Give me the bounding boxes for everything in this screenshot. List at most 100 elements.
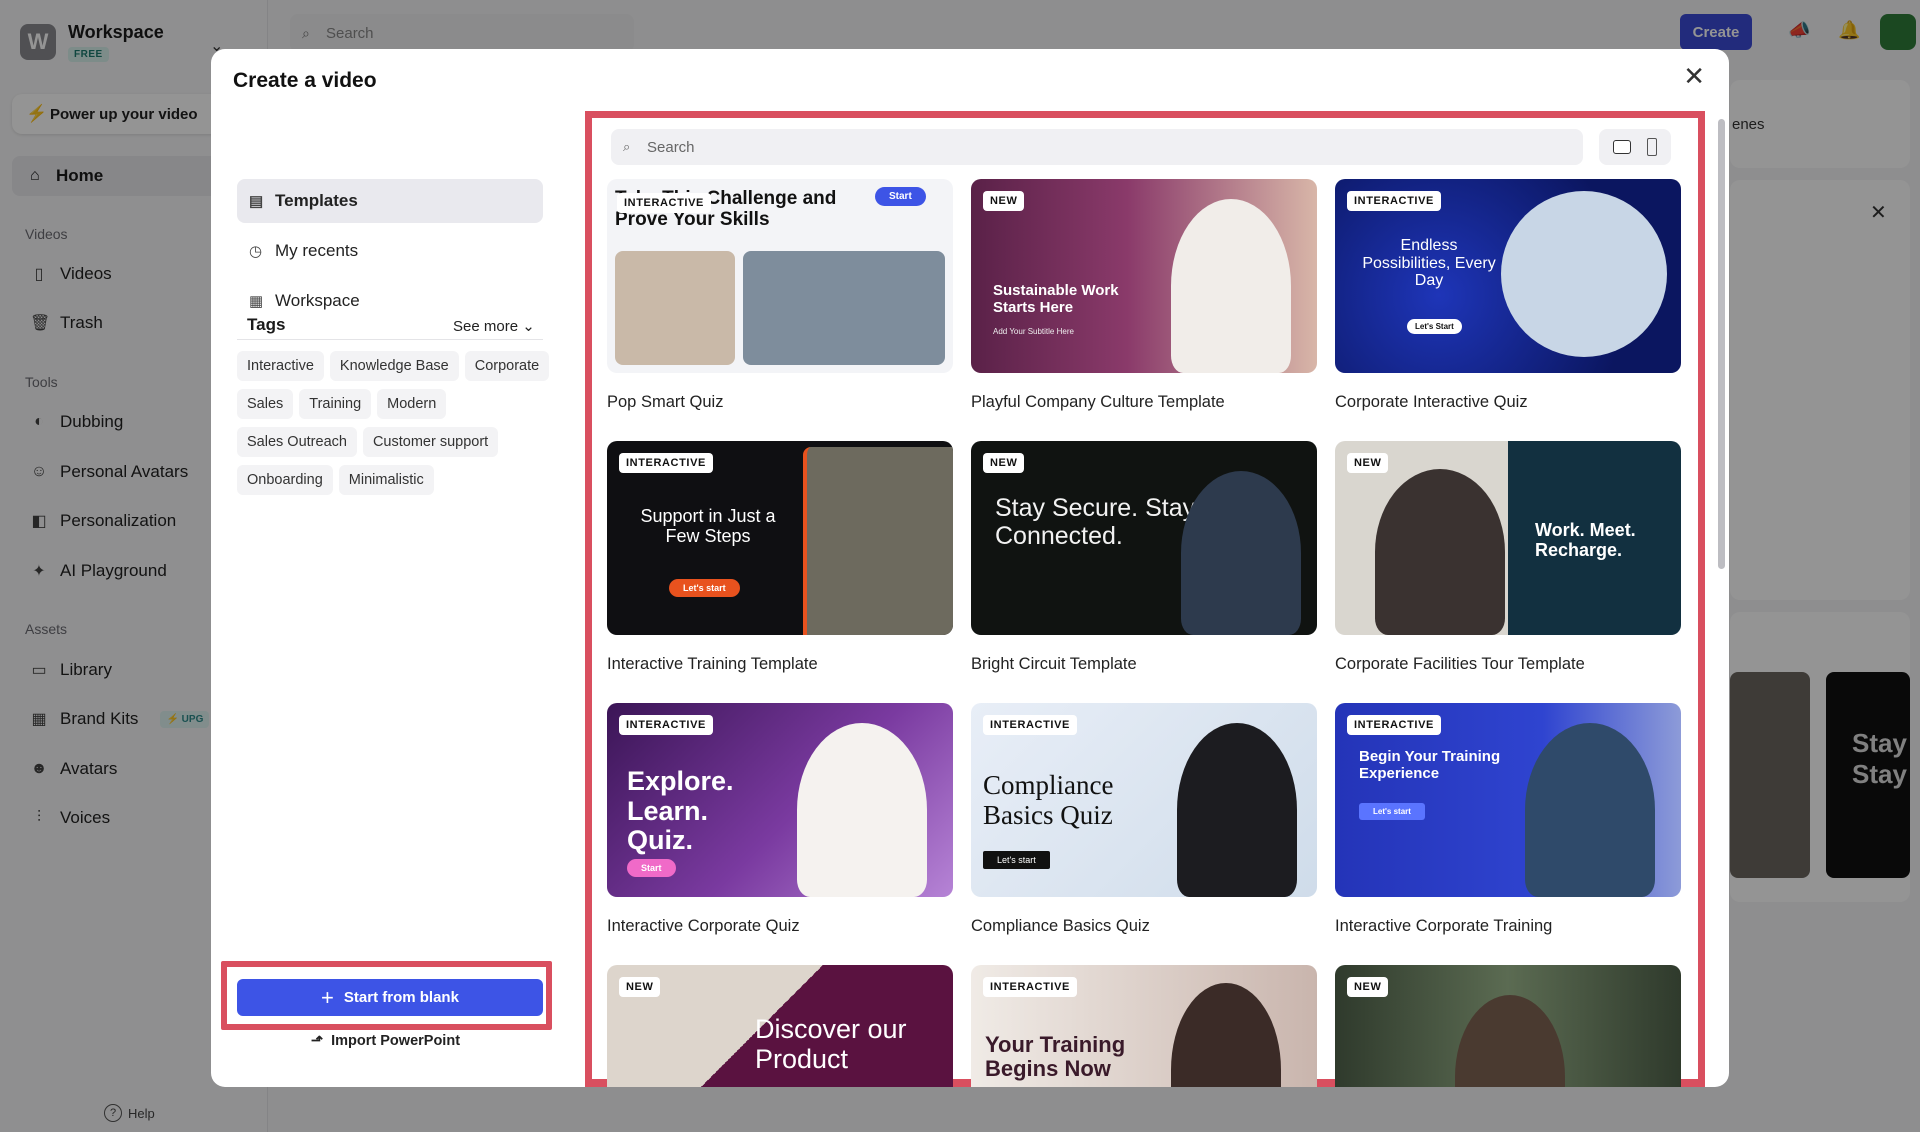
template-thumbnail[interactable]: NEW Discover our Product xyxy=(607,965,953,1087)
template-name: Pop Smart Quiz xyxy=(607,393,724,411)
template-person xyxy=(1171,983,1281,1087)
nav-my-recents[interactable]: ◷ My recents xyxy=(237,229,543,273)
template-badge: INTERACTIVE xyxy=(617,193,711,213)
template-headline: Support in Just a Few Steps xyxy=(640,506,776,546)
template-card[interactable]: NEW Stay Secure. Stay Connected. Bright … xyxy=(971,441,1317,674)
template-thumbnail[interactable]: INTERACTIVE Endless Possibilities, Every… xyxy=(1335,179,1681,373)
template-person xyxy=(1525,723,1655,897)
template-headline: Work. Meet. Recharge. xyxy=(1535,520,1636,560)
template-card[interactable]: INTERACTIVE Support in Just a Few Steps … xyxy=(607,441,953,674)
divider xyxy=(237,339,543,340)
plus-icon: + xyxy=(321,984,334,1010)
import-icon: ⬏ xyxy=(311,1033,324,1049)
template-person xyxy=(803,447,953,635)
tag-onboarding[interactable]: Onboarding xyxy=(237,465,333,495)
template-badge: NEW xyxy=(1347,977,1389,997)
template-person xyxy=(1375,469,1505,635)
tag-minimalistic[interactable]: Minimalistic xyxy=(338,465,434,495)
template-badge: NEW xyxy=(983,453,1025,473)
template-headline: Stay Secure. Stay Connected. xyxy=(995,494,1196,550)
template-person xyxy=(1181,471,1301,635)
template-image xyxy=(743,251,945,365)
template-person xyxy=(1501,191,1667,357)
template-card[interactable]: INTERACTIVE Your Training Begins Now xyxy=(971,965,1317,1087)
template-headline: Begin Your Training Experience xyxy=(1359,748,1501,782)
template-headline: Explore. Learn. Quiz. xyxy=(627,766,734,856)
start-from-blank-button[interactable]: + Start from blank xyxy=(237,979,543,1016)
template-badge: NEW xyxy=(619,977,661,997)
template-card[interactable]: NEW Sustainable Work Starts Here Add You… xyxy=(971,179,1317,412)
template-name: Corporate Interactive Quiz xyxy=(1335,393,1528,411)
template-badge: INTERACTIVE xyxy=(619,453,713,473)
template-name: Interactive Corporate Training xyxy=(1335,917,1553,935)
template-badge: INTERACTIVE xyxy=(1347,715,1441,735)
template-card[interactable]: INTERACTIVE Endless Possibilities, Every… xyxy=(1335,179,1681,412)
tag-knowledge-base[interactable]: Knowledge Base xyxy=(329,351,459,381)
portrait-icon[interactable] xyxy=(1647,138,1657,156)
template-name: Interactive Training Template xyxy=(607,655,818,673)
template-card[interactable]: INTERACTIVE Compliance Basics Quiz Let's… xyxy=(971,703,1317,936)
close-icon[interactable]: ✕ xyxy=(1683,63,1705,89)
import-powerpoint-button[interactable]: ⬏ Import PowerPoint xyxy=(311,1033,460,1049)
template-cta: Let's Start xyxy=(1407,319,1462,334)
tag-list: Interactive Knowledge Base Corporate Sal… xyxy=(237,351,553,495)
template-thumbnail[interactable]: INTERACTIVE Begin Your Training Experien… xyxy=(1335,703,1681,897)
scrollbar-thumb[interactable] xyxy=(1718,119,1725,569)
templates-icon: ▤ xyxy=(249,193,264,210)
template-badge: INTERACTIVE xyxy=(983,977,1077,997)
template-thumbnail[interactable]: NEW Work. Meet. Recharge. xyxy=(1335,441,1681,635)
see-more-button[interactable]: See more ⌄ xyxy=(453,317,535,335)
template-card[interactable]: NEW Work. Meet. Recharge. Corporate Faci… xyxy=(1335,441,1681,674)
template-name: Compliance Basics Quiz xyxy=(971,917,1150,935)
tag-training[interactable]: Training xyxy=(299,389,372,419)
template-cta: Start xyxy=(627,859,676,877)
template-thumbnail[interactable]: INTERACTIVE Support in Just a Few Steps … xyxy=(607,441,953,635)
tag-interactive[interactable]: Interactive xyxy=(237,351,324,381)
tag-customer-support[interactable]: Customer support xyxy=(362,427,499,457)
template-thumbnail[interactable]: INTERACTIVE Your Training Begins Now xyxy=(971,965,1317,1087)
template-thumbnail[interactable]: INTERACTIVE Compliance Basics Quiz Let's… xyxy=(971,703,1317,897)
template-card[interactable]: INTERACTIVE Begin Your Training Experien… xyxy=(1335,703,1681,936)
template-headline: Your Training Begins Now xyxy=(985,1032,1126,1082)
template-search-input[interactable]: ⌕ Search xyxy=(611,129,1583,165)
tag-modern[interactable]: Modern xyxy=(377,389,447,419)
template-name: Bright Circuit Template xyxy=(971,655,1137,673)
template-person xyxy=(797,723,927,897)
template-badge: INTERACTIVE xyxy=(983,715,1077,735)
template-person xyxy=(1177,723,1297,897)
template-subtitle: Add Your Subtitle Here xyxy=(993,327,1074,336)
template-thumbnail[interactable]: NEW Sustainable Work Starts Here Add You… xyxy=(971,179,1317,373)
search-icon: ⌕ xyxy=(623,139,631,154)
tag-sales-outreach[interactable]: Sales Outreach xyxy=(237,427,357,457)
template-card[interactable]: NEW Discover our Product xyxy=(607,965,953,1087)
tag-sales[interactable]: Sales xyxy=(237,389,294,419)
template-headline: Endless Possibilities, Every Day xyxy=(1362,237,1496,290)
template-badge: INTERACTIVE xyxy=(1347,191,1441,211)
template-thumbnail[interactable]: Take This Challenge and Prove Your Skill… xyxy=(607,179,953,373)
tag-corporate[interactable]: Corporate xyxy=(464,351,550,381)
landscape-icon[interactable] xyxy=(1613,140,1631,154)
template-cta: Let's start xyxy=(983,851,1050,869)
template-person xyxy=(1171,199,1291,373)
tags-title: Tags xyxy=(247,315,286,334)
template-headline: Discover our Product xyxy=(755,1014,907,1074)
template-thumbnail[interactable]: INTERACTIVE Explore. Learn. Quiz. Start xyxy=(607,703,953,897)
scrollbar[interactable] xyxy=(1718,113,1726,1073)
template-headline: Compliance Basics Quiz xyxy=(983,770,1114,830)
template-headline: Sustainable Work Starts Here xyxy=(993,282,1119,316)
template-thumbnail[interactable]: NEW xyxy=(1335,965,1681,1087)
modal-title: Create a video xyxy=(233,69,377,92)
chevron-down-icon: ⌄ xyxy=(522,318,535,335)
template-card[interactable]: Take This Challenge and Prove Your Skill… xyxy=(607,179,953,412)
template-name: Corporate Facilities Tour Template xyxy=(1335,655,1585,673)
nav-templates[interactable]: ▤ Templates xyxy=(237,179,543,223)
template-image xyxy=(615,251,735,365)
template-badge: NEW xyxy=(1347,453,1389,473)
template-name: Interactive Corporate Quiz xyxy=(607,917,800,935)
template-thumbnail[interactable]: NEW Stay Secure. Stay Connected. xyxy=(971,441,1317,635)
template-card[interactable]: INTERACTIVE Explore. Learn. Quiz. Start … xyxy=(607,703,953,936)
aspect-ratio-toggle xyxy=(1599,129,1671,165)
template-card[interactable]: NEW xyxy=(1335,965,1681,1087)
modal-left-column: ▤ Templates ◷ My recents ▦ Workspace xyxy=(211,111,561,1087)
template-cta: Let's start xyxy=(669,579,740,597)
